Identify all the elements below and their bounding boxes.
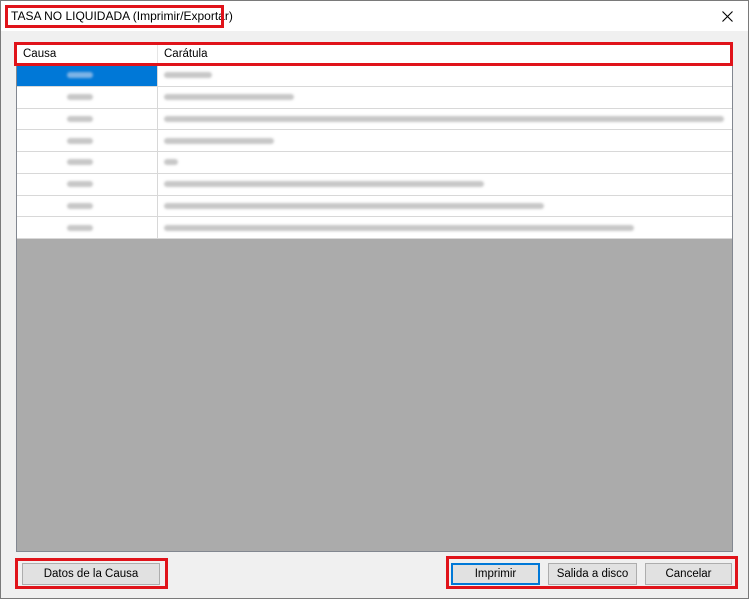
cell-caratula (158, 217, 732, 238)
redacted-text (67, 137, 93, 144)
cell-causa (17, 195, 158, 217)
table-row[interactable] (17, 195, 732, 218)
cell-causa (17, 108, 158, 130)
cell-causa (17, 65, 158, 86)
cell-caratula (158, 196, 732, 217)
cell-caratula (158, 130, 732, 151)
table-row[interactable] (17, 130, 732, 152)
table-row[interactable] (17, 86, 732, 109)
highlight-action-buttons (446, 556, 738, 589)
redacted-text (67, 94, 93, 101)
redacted-text (67, 72, 93, 79)
causas-grid[interactable]: Causa Carátula (16, 44, 733, 552)
highlight-title (5, 5, 224, 28)
cell-caratula (158, 152, 732, 173)
highlight-column-headers (14, 42, 733, 66)
cell-causa (17, 130, 158, 151)
cell-causa (17, 173, 158, 195)
table-row[interactable] (17, 108, 732, 131)
redacted-text (67, 159, 93, 166)
redacted-text (164, 137, 274, 144)
table-row[interactable] (17, 217, 732, 239)
redacted-text (164, 115, 724, 122)
table-row[interactable] (17, 152, 732, 174)
redacted-text (164, 159, 178, 166)
redacted-text (164, 94, 294, 101)
redacted-text (67, 181, 93, 188)
close-button[interactable] (710, 3, 744, 29)
cell-causa (17, 152, 158, 173)
redacted-text (67, 115, 93, 122)
table-row[interactable] (17, 173, 732, 196)
cell-caratula (158, 109, 732, 130)
redacted-text (164, 181, 484, 188)
highlight-datos-button (15, 558, 168, 589)
redacted-text (164, 224, 634, 231)
redacted-text (164, 202, 544, 209)
table-row[interactable] (17, 65, 732, 87)
cell-causa (17, 86, 158, 108)
redacted-text (164, 72, 212, 79)
cell-caratula (158, 174, 732, 195)
cell-caratula (158, 65, 732, 86)
redacted-text (67, 202, 93, 209)
cell-causa (17, 217, 158, 238)
close-icon (721, 10, 733, 22)
redacted-text (67, 224, 93, 231)
cell-caratula (158, 87, 732, 108)
grid-rows (17, 65, 732, 239)
